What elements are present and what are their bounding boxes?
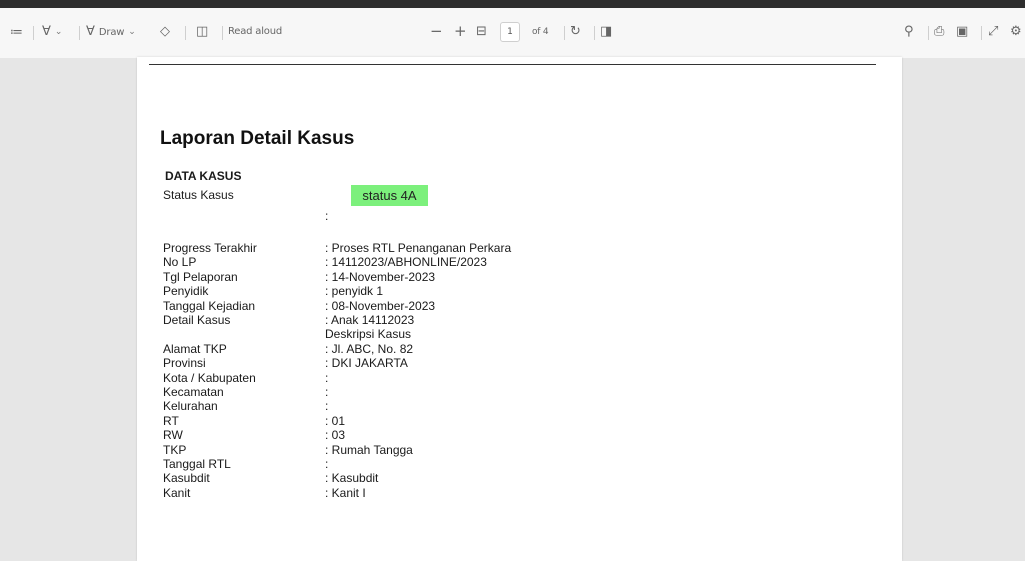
chevron-down-icon: ⌄ xyxy=(54,27,63,37)
separator xyxy=(594,26,595,40)
pdf-toolbar: ≔ ∀ ⌄ ∀ Draw ⌄ ◇ ◫ Read aloud − + ⊟ 1 of… xyxy=(0,8,1025,58)
minus-icon: − xyxy=(430,22,443,40)
highlight-button[interactable]: ∀ ⌄ xyxy=(42,25,62,39)
status-colon: : xyxy=(325,209,329,223)
report-title: Laporan Detail Kasus xyxy=(160,128,355,149)
page-view-button[interactable]: ◫ xyxy=(196,25,208,39)
field-value: : Jl. ABC, No. 82 xyxy=(325,341,414,356)
field-label: Kota / Kabupaten xyxy=(163,370,256,385)
field-value: Deskripsi Kasus xyxy=(325,327,412,342)
field-label: Kasubdit xyxy=(163,471,210,486)
field-label: Alamat TKP xyxy=(163,341,227,356)
highlighter-icon: ∀ xyxy=(42,24,51,39)
fit-page-button[interactable]: ⊟ xyxy=(476,25,487,39)
field-label: RW xyxy=(163,428,183,443)
field-value: : Kasubdit xyxy=(325,471,379,486)
status-label: Status Kasus xyxy=(163,188,234,202)
field-label: Tanggal Kejadian xyxy=(163,298,256,313)
eraser-button[interactable]: ◇ xyxy=(160,25,170,39)
field-label: Kelurahan xyxy=(163,399,218,414)
document-page: Laporan Detail Kasus DATA KASUS Status K… xyxy=(137,57,902,561)
search-icon: ⚲ xyxy=(904,24,914,39)
field-value: : 14-November-2023 xyxy=(325,269,436,284)
field-value: : 14112023/ABHONLINE/2023 xyxy=(325,255,487,270)
separator xyxy=(222,26,223,40)
field-value: : xyxy=(325,370,329,385)
save-button[interactable]: ▣ xyxy=(956,25,968,39)
separator xyxy=(928,26,929,40)
field-value: : Proses RTL Penanganan Perkara xyxy=(325,241,512,255)
zoom-out-button[interactable]: − xyxy=(430,22,443,40)
settings-button[interactable]: ⚙ xyxy=(1010,25,1022,39)
fullscreen-button[interactable]: ⤢ xyxy=(988,25,998,39)
fit-page-icon: ⊟ xyxy=(476,24,487,39)
status-badge: status 4A xyxy=(351,185,428,206)
section-heading: DATA KASUS xyxy=(165,169,242,183)
rotate-button[interactable]: ↻ xyxy=(570,25,581,39)
print-button[interactable]: ⎙ xyxy=(934,25,944,39)
separator xyxy=(33,26,34,40)
field-value: : 08-November-2023 xyxy=(325,298,436,313)
plus-icon: + xyxy=(454,22,467,40)
field-value: : 01 xyxy=(325,413,346,428)
field-label: Penyidik xyxy=(163,284,209,299)
window-top-border xyxy=(0,0,1025,8)
current-page-field[interactable]: 1 xyxy=(500,22,520,42)
draw-label: Draw xyxy=(98,26,125,38)
separator xyxy=(564,26,565,40)
field-label: Provinsi xyxy=(163,356,206,371)
field-value: : Anak 14112023 xyxy=(325,313,415,327)
expand-icon: ⤢ xyxy=(988,24,999,39)
field-label: No LP xyxy=(163,255,197,270)
field-value: : 03 xyxy=(325,428,346,443)
field-label: TKP xyxy=(163,442,187,457)
draw-button[interactable]: ∀ Draw ⌄ xyxy=(86,25,136,39)
draw-icon: ∀ xyxy=(86,24,95,39)
search-button[interactable]: ⚲ xyxy=(904,25,914,39)
page-number-input[interactable]: 1 xyxy=(500,22,520,42)
field-value: : Rumah Tangga xyxy=(325,442,413,457)
page-total: of 4 xyxy=(532,27,549,37)
two-page-icon: ◨ xyxy=(600,24,613,39)
field-value: : xyxy=(325,399,329,414)
list-icon: ≔ xyxy=(10,25,23,40)
field-label: Kecamatan xyxy=(163,385,224,399)
zoom-in-button[interactable]: + xyxy=(454,22,467,40)
header-rule xyxy=(149,64,876,65)
field-label: RT xyxy=(163,413,179,428)
read-aloud-label: Read aloud xyxy=(228,26,283,37)
contents-button[interactable]: ≔ xyxy=(10,26,23,40)
separator xyxy=(185,26,186,40)
read-aloud-button[interactable]: Read aloud xyxy=(228,26,282,37)
field-value: : xyxy=(325,385,329,399)
separator xyxy=(981,26,982,40)
separator xyxy=(79,26,80,40)
page-view-icon: ◫ xyxy=(196,24,209,39)
field-label: Progress Terakhir xyxy=(163,241,257,255)
field-label: Detail Kasus xyxy=(163,313,231,327)
chevron-down-icon: ⌄ xyxy=(128,27,136,37)
field-label: Tgl Pelaporan xyxy=(163,269,238,284)
save-icon: ▣ xyxy=(956,24,969,39)
gear-icon: ⚙ xyxy=(1010,24,1022,39)
field-label: Kanit xyxy=(163,485,191,500)
field-value: : xyxy=(325,457,329,471)
eraser-icon: ◇ xyxy=(160,24,170,39)
field-value: : penyidk 1 xyxy=(325,284,384,299)
field-value: : Kanit I xyxy=(325,485,366,500)
rotate-icon: ↻ xyxy=(570,24,581,39)
field-value: : DKI JAKARTA xyxy=(325,356,408,371)
print-icon: ⎙ xyxy=(934,24,945,39)
two-page-button[interactable]: ◨ xyxy=(600,25,612,39)
field-label: Tanggal RTL xyxy=(163,457,231,471)
